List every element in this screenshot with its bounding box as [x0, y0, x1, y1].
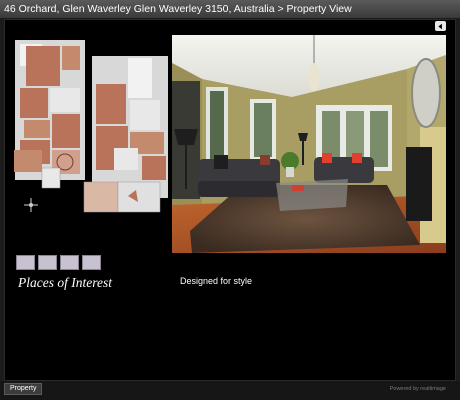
poi-thumbnail[interactable]: [38, 255, 57, 270]
collapse-button[interactable]: [435, 21, 446, 31]
bottom-toolbar: Property Powered by realtimage: [0, 381, 460, 400]
property-tab-button[interactable]: Property: [4, 383, 43, 395]
chevron-left-icon: [438, 23, 442, 29]
places-of-interest-heading: Places of Interest: [18, 275, 112, 290]
floor-plan-image[interactable]: [10, 38, 170, 216]
poi-thumbnail[interactable]: [16, 255, 35, 270]
poi-thumbnail[interactable]: [82, 255, 101, 270]
property-photo[interactable]: [172, 35, 446, 253]
photo-caption: Designed for style: [180, 276, 253, 286]
powered-by-credit[interactable]: Powered by realtimage: [390, 386, 446, 392]
compass-icon: [24, 198, 38, 212]
window-title: 46 Orchard, Glen Waverley Glen Waverley …: [0, 0, 460, 18]
poi-thumbnail[interactable]: [60, 255, 79, 270]
poi-thumbnails: [16, 255, 101, 270]
